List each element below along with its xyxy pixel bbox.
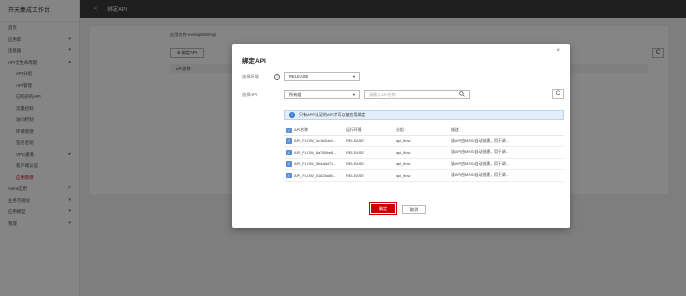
search-input[interactable]: 请输入API名称: [364, 90, 470, 99]
api-name-cell: API_FLOW_5b4a8d71...: [294, 158, 346, 170]
dialog-title: 绑定API: [242, 58, 266, 65]
table-row[interactable]: ✓ API_FLOW_5b4a8d71... RELEASE api_flow 该API…: [284, 158, 564, 170]
help-icon[interactable]: ?: [274, 73, 280, 80]
chevron-down-icon: ▾: [352, 74, 355, 79]
api-table: ✓ API名称 运行环境 分组 描述 ✓ API_FLOW_4c1b5dc4...…: [284, 126, 564, 182]
table-row[interactable]: ✓ API_FLOW_6a785be8... RELEASE api_flow 该API…: [284, 146, 564, 159]
tip-text: 只有APP认证的API才可以被应用绑定: [299, 112, 366, 117]
group-cell: api_flow: [396, 169, 451, 182]
env-cell: RELEASE: [346, 135, 396, 147]
env-row: 选择环境 ? RELEASE ▾: [242, 72, 360, 81]
ok-button[interactable]: 确定: [371, 204, 395, 213]
table-header-row: ✓ API名称 运行环境 分组 描述: [284, 126, 564, 136]
close-icon[interactable]: ×: [556, 48, 560, 54]
desc-cell: 该API由MSSI自动创建，用于调...: [451, 169, 564, 182]
col-api-name: API名称: [294, 126, 346, 136]
table-row[interactable]: ✓ API_FLOW_51825a60... RELEASE api_flow 该API…: [284, 169, 564, 182]
cancel-button[interactable]: 取消: [402, 205, 426, 214]
env-cell: RELEASE: [346, 169, 396, 182]
desc-cell: 该API由MSSI自动创建，用于调...: [451, 146, 564, 159]
group-cell: api_flow: [396, 158, 451, 170]
desc-cell: 该API由MSSI自动创建，用于调...: [451, 158, 564, 170]
api-name-cell: API_FLOW_4c1b5dc4...: [294, 135, 346, 147]
group-cell: api_flow: [396, 135, 451, 147]
group-cell: api_flow: [396, 146, 451, 159]
bind-api-dialog: 绑定API × 选择环境 ? RELEASE ▾ 选择API 所有组 ▾ 请输入…: [232, 44, 570, 228]
env-label: 选择环境: [242, 73, 259, 79]
col-desc: 描述: [451, 126, 564, 136]
search-icon[interactable]: [459, 90, 465, 99]
row-checkbox[interactable]: ✓: [286, 161, 292, 167]
row-checkbox[interactable]: ✓: [286, 149, 292, 155]
select-all-checkbox[interactable]: ✓: [286, 127, 292, 133]
api-name-cell: API_FLOW_51825a60...: [294, 169, 346, 182]
refresh-icon[interactable]: C: [552, 89, 564, 99]
api-row: 选择API 所有组 ▾ 请输入API名称: [242, 90, 470, 99]
env-cell: RELEASE: [346, 146, 396, 159]
info-icon: !: [289, 112, 295, 118]
col-env: 运行环境: [346, 126, 396, 136]
row-checkbox[interactable]: ✓: [286, 138, 292, 144]
chevron-down-icon: ▾: [352, 92, 355, 97]
info-tip: ! 只有APP认证的API才可以被应用绑定: [284, 110, 564, 120]
row-checkbox[interactable]: ✓: [286, 172, 292, 178]
api-name-cell: API_FLOW_6a785be8...: [294, 146, 346, 159]
ok-button-highlight: 确定: [369, 202, 397, 215]
table-row[interactable]: ✓ API_FLOW_4c1b5dc4... RELEASE api_flow 该API…: [284, 135, 564, 147]
col-group: 分组: [396, 126, 451, 136]
api-label: 选择API: [242, 91, 258, 97]
group-select[interactable]: 所有组 ▾: [284, 90, 360, 99]
env-select[interactable]: RELEASE ▾: [284, 72, 360, 81]
desc-cell: 该API由MSSI自动创建，用于调...: [451, 135, 564, 147]
env-cell: RELEASE: [346, 158, 396, 170]
